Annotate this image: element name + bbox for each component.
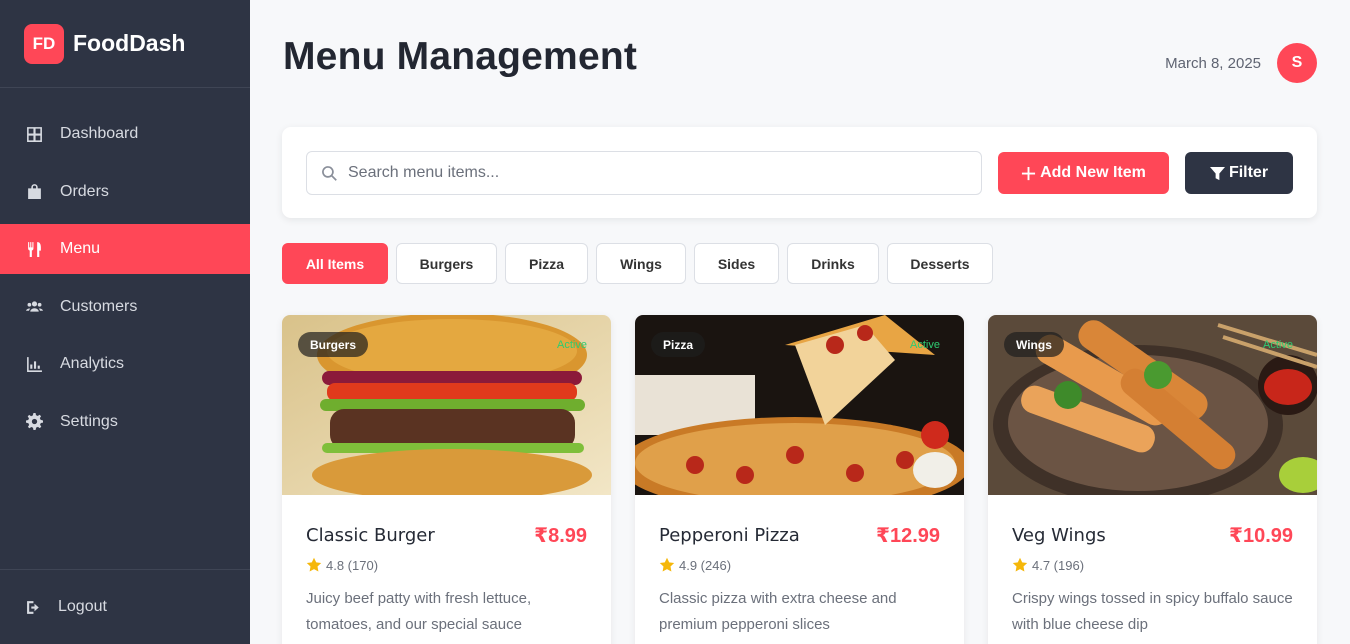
item-rating: 4.9 (246) xyxy=(659,557,940,573)
plus-icon xyxy=(1022,166,1036,180)
rating-value: 4.8 (170) xyxy=(326,557,379,573)
sidebar-nav: Dashboard Orders Menu Customers Analytic… xyxy=(0,109,250,454)
sidebar-item-analytics[interactable]: Analytics xyxy=(0,339,250,389)
menu-item-card[interactable]: Pizza Active Pepperoni Pizza ₹12.99 4.9 … xyxy=(635,315,964,644)
sidebar-item-menu[interactable]: Menu xyxy=(0,224,250,274)
category-tabs: All Items Burgers Pizza Wings Sides Drin… xyxy=(282,243,1001,284)
filter-button[interactable]: Filter xyxy=(1185,152,1293,194)
sidebar-item-orders[interactable]: Orders xyxy=(0,167,250,217)
bag-icon xyxy=(24,182,44,202)
add-new-item-label: Add New Item xyxy=(1040,164,1146,181)
sidebar-item-label: Settings xyxy=(60,412,118,430)
add-new-item-button[interactable]: Add New Item xyxy=(998,152,1169,194)
item-name: Pepperoni Pizza xyxy=(659,525,800,546)
star-icon xyxy=(1012,557,1028,572)
category-tab-sides[interactable]: Sides xyxy=(694,243,779,284)
page-title: Menu Management xyxy=(283,35,638,78)
filter-label: Filter xyxy=(1228,164,1269,181)
pizza-image: Pizza Active xyxy=(635,315,964,495)
brand-logo: FD xyxy=(24,23,64,64)
sidebar-item-dashboard[interactable]: Dashboard xyxy=(0,109,250,159)
star-icon xyxy=(659,557,675,572)
status-badge: Active xyxy=(557,339,587,351)
rating-value: 4.9 (246) xyxy=(679,557,732,573)
utensils-icon xyxy=(24,239,44,259)
logout-label: Logout xyxy=(58,598,107,615)
category-tab-pizza[interactable]: Pizza xyxy=(505,243,588,284)
category-tab-drinks[interactable]: Drinks xyxy=(787,243,879,284)
item-rating: 4.7 (196) xyxy=(1012,557,1293,573)
item-price: ₹10.99 xyxy=(1229,525,1293,547)
category-tab-desserts[interactable]: Desserts xyxy=(887,243,993,284)
sidebar: FD FoodDash Dashboard Orders Menu Custom… xyxy=(0,0,250,644)
item-description: Juicy beef patty with fresh lettuce, tom… xyxy=(306,590,532,633)
menu-item-card[interactable]: Wings Active Veg Wings ₹10.99 4.7 (196) … xyxy=(988,315,1317,644)
category-badge: Pizza xyxy=(651,332,706,357)
category-tab-burgers[interactable]: Burgers xyxy=(396,243,497,284)
filter-icon xyxy=(1209,166,1225,180)
users-icon xyxy=(24,297,44,317)
sidebar-item-settings[interactable]: Settings xyxy=(0,397,250,447)
category-badge: Burgers xyxy=(298,332,369,357)
toolbar: Add New Item Filter xyxy=(282,127,1317,218)
item-rating: 4.8 (170) xyxy=(306,557,587,573)
item-name: Classic Burger xyxy=(306,525,435,546)
category-tab-wings[interactable]: Wings xyxy=(596,243,686,284)
category-tab-all-items[interactable]: All Items xyxy=(282,243,388,284)
sidebar-item-label: Orders xyxy=(60,182,109,200)
category-badge: Wings xyxy=(1004,332,1064,357)
brand-name: FoodDash xyxy=(73,30,186,56)
star-icon xyxy=(306,557,322,572)
status-badge: Active xyxy=(1263,339,1293,351)
menu-item-card[interactable]: Burgers Active Classic Burger ₹8.99 4.8 … xyxy=(282,315,611,644)
sidebar-item-label: Analytics xyxy=(60,355,125,372)
burger-image: Burgers Active xyxy=(282,315,611,495)
item-price: ₹8.99 xyxy=(534,525,587,547)
rating-value: 4.7 (196) xyxy=(1032,557,1085,573)
wings-image: Wings Active xyxy=(988,315,1317,495)
search-box[interactable] xyxy=(306,151,982,195)
sidebar-item-label: Customers xyxy=(60,297,138,315)
gear-icon xyxy=(24,412,44,432)
logout-button[interactable]: Logout xyxy=(0,569,250,644)
search-icon xyxy=(322,165,337,181)
avatar[interactable]: S xyxy=(1277,43,1317,83)
brand[interactable]: FD FoodDash xyxy=(0,0,250,88)
sidebar-item-label: Menu xyxy=(60,240,101,257)
item-price: ₹12.99 xyxy=(876,525,940,547)
main-content: Menu Management March 8, 2025 S Add New … xyxy=(250,0,1350,644)
header-date: March 8, 2025 xyxy=(1165,55,1261,72)
item-name: Veg Wings xyxy=(1012,525,1106,546)
sidebar-item-customers[interactable]: Customers xyxy=(0,282,250,332)
status-badge: Active xyxy=(910,339,940,351)
sign-out-icon xyxy=(24,597,44,617)
item-description: Crispy wings tossed in spicy buffalo sau… xyxy=(1012,590,1293,633)
item-description: Classic pizza with extra cheese and prem… xyxy=(659,590,897,633)
search-input[interactable] xyxy=(348,164,948,182)
sidebar-item-label: Dashboard xyxy=(60,125,139,142)
dashboard-icon xyxy=(24,124,44,144)
chart-icon xyxy=(24,354,44,374)
